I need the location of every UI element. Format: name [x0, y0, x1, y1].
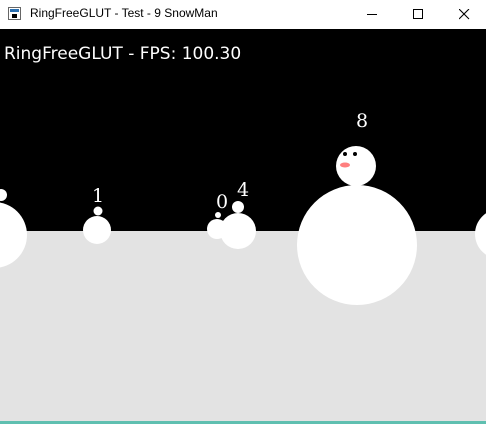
snowman-head	[232, 201, 244, 213]
snowman-label: 8	[356, 110, 368, 132]
snowman-label: 1	[92, 185, 104, 207]
snowman-head	[93, 206, 103, 216]
app-window-icon	[8, 7, 21, 20]
snowman-body	[220, 213, 256, 249]
scene-3d-view[interactable]: RingFreeGLUT - FPS: 100.30 1 0 4 8	[0, 29, 486, 421]
title-bar[interactable]: RingFreeGLUT - Test - 9 SnowMan	[0, 0, 486, 29]
snowman-eye	[353, 152, 357, 156]
snowman-eye	[343, 152, 347, 156]
fps-counter: RingFreeGLUT - FPS: 100.30	[4, 44, 241, 64]
glut-render-canvas[interactable]: RingFreeGLUT - FPS: 100.30 1 0 4 8	[0, 29, 486, 421]
snowman-body	[83, 216, 111, 244]
snowman-body	[297, 185, 417, 305]
minimize-icon	[367, 14, 377, 15]
snowman-label: 0	[216, 191, 228, 213]
close-icon	[459, 9, 470, 20]
minimize-button[interactable]	[349, 0, 395, 29]
snowman-nose	[340, 162, 350, 168]
app-window: RingFreeGLUT - Test - 9 SnowMan RingFree…	[0, 0, 486, 424]
maximize-icon	[413, 9, 423, 19]
close-button[interactable]	[441, 0, 486, 29]
maximize-button[interactable]	[395, 0, 441, 29]
window-title: RingFreeGLUT - Test - 9 SnowMan	[30, 6, 218, 20]
snowman-label: 4	[237, 179, 249, 201]
